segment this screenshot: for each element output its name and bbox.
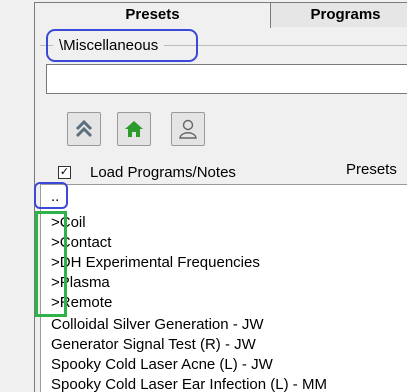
up-folder-button[interactable] — [67, 112, 101, 146]
list-item-dh-experimental[interactable]: >DH Experimental Frequencies — [51, 253, 260, 272]
load-programs-label: Load Programs/Notes — [90, 164, 236, 181]
load-programs-checkbox[interactable]: ✓ — [58, 166, 71, 179]
left-margin — [0, 0, 30, 392]
presets-label: Presets — [346, 161, 397, 178]
home-button[interactable] — [117, 112, 151, 146]
tab-programs-label: Programs — [310, 6, 381, 23]
tab-presets[interactable]: Presets — [34, 2, 271, 28]
load-programs-row: ✓ Load Programs/Notes — [58, 164, 236, 181]
search-input[interactable] — [46, 64, 407, 94]
list-item-ear-infection[interactable]: Spooky Cold Laser Ear Infection (L) - MM — [51, 375, 327, 392]
list-item-colloidal-silver[interactable]: Colloidal Silver Generation - JW — [51, 315, 264, 334]
tab-presets-label: Presets — [125, 6, 180, 23]
presets-list: .. >Coil >Contact >DH Experimental Frequ… — [40, 184, 407, 392]
user-icon — [179, 119, 197, 139]
list-item-acne[interactable]: Spooky Cold Laser Acne (L) - JW — [51, 355, 273, 374]
home-icon — [125, 121, 143, 137]
parent-folder-highlight — [34, 182, 68, 209]
double-chevron-up-icon — [75, 119, 93, 138]
user-button[interactable] — [171, 112, 205, 146]
tab-programs[interactable]: Programs — [271, 2, 407, 28]
list-item-generator-test[interactable]: Generator Signal Test (R) - JW — [51, 335, 256, 354]
subfolders-highlight — [35, 211, 67, 317]
folder-highlight — [46, 29, 198, 62]
